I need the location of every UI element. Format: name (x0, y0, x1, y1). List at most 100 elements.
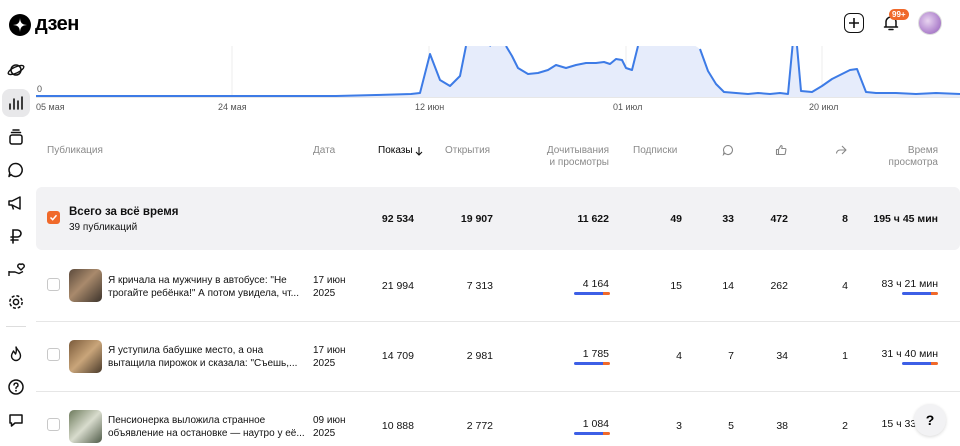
row-checkbox[interactable] (47, 418, 60, 431)
sidebar-item-settings[interactable] (2, 288, 30, 316)
header-date[interactable]: Дата (313, 145, 335, 157)
ruble-icon (10, 229, 22, 244)
header-reads[interactable]: Дочитывания и просмотры (547, 145, 609, 169)
layers-icon (9, 129, 23, 145)
publication-thumbnail[interactable] (69, 340, 102, 373)
row-checkbox[interactable] (47, 348, 60, 361)
row-divider (36, 321, 960, 322)
header-reads-line1: Дочитывания (546, 145, 609, 156)
row-shares: 1 (842, 350, 848, 362)
header-time-line1: Время (907, 145, 938, 156)
row-subscriptions: 3 (676, 420, 682, 432)
help-button[interactable]: ? (914, 404, 946, 436)
summary-title: Всего за всё время (69, 206, 179, 218)
header-comments[interactable] (722, 144, 734, 160)
row-shares: 4 (842, 280, 848, 292)
header-reads-line2: и просмотры (549, 157, 609, 168)
row-reads: 4 164 (582, 278, 609, 290)
header-subscriptions[interactable]: Подписки (633, 145, 677, 157)
sidebar (0, 46, 32, 446)
publication-title[interactable]: Пенсионерка выложила странное объявление… (108, 414, 308, 440)
header-shares[interactable] (835, 144, 847, 160)
sidebar-divider (6, 326, 26, 327)
header-publication[interactable]: Публикация (47, 145, 103, 157)
chat-icon (9, 414, 23, 427)
publication-title[interactable]: Я кричала на мужчину в автобусе: "Не тро… (108, 274, 308, 300)
summary-subscriptions: 49 (670, 213, 682, 225)
add-publication-button[interactable] (844, 13, 864, 33)
sidebar-item-feed[interactable] (2, 56, 30, 84)
sidebar-item-comments[interactable] (2, 156, 30, 184)
summary-row (36, 187, 960, 250)
chart-x-label: 12 июн (415, 102, 445, 112)
summary-views: 92 534 (381, 213, 414, 225)
sidebar-item-donations[interactable] (2, 255, 30, 283)
date-day: 09 июн (313, 415, 346, 426)
notifications-badge: 99+ (889, 9, 909, 20)
question-circle-icon (8, 379, 24, 395)
sidebar-item-promotion[interactable] (2, 189, 30, 217)
header-likes[interactable] (775, 144, 787, 160)
publication-date: 09 июн 2025 (313, 414, 346, 440)
publication-thumbnail[interactable] (69, 410, 102, 443)
publication-thumbnail[interactable] (69, 269, 102, 302)
chart-x-label: 01 июл (613, 102, 643, 112)
comment-icon (722, 144, 734, 157)
date-day: 17 июн (313, 275, 346, 286)
publication-title[interactable]: Я уступила бабушке место, а она вытащила… (108, 344, 308, 370)
sidebar-item-statistics[interactable] (2, 89, 30, 117)
flame-icon (10, 346, 22, 362)
chart-x-label: 05 мая (36, 102, 65, 112)
row-comments: 5 (728, 420, 734, 432)
row-time: 83 ч 21 мин (881, 278, 938, 290)
date-year: 2025 (313, 288, 336, 299)
row-views: 14 709 (381, 350, 414, 362)
chat-bubble-icon (8, 162, 23, 178)
sidebar-item-monetization[interactable] (2, 222, 30, 250)
publication-title-line: Я кричала на мужчину в автобусе: "Не (108, 275, 287, 286)
publication-title-line: вытащила пирожок и сказала: "Съешь,... (108, 358, 298, 369)
summary-subtitle: 39 публикаций (69, 222, 138, 233)
megaphone-icon (8, 196, 21, 210)
reads-progress-bar (574, 362, 610, 365)
chart-zero-label: 0 (37, 84, 43, 94)
sidebar-item-publications[interactable] (2, 123, 30, 151)
row-comments: 7 (728, 350, 734, 362)
date-year: 2025 (313, 428, 336, 439)
logo-text: дзен (35, 13, 79, 35)
row-subscriptions: 15 (670, 280, 682, 292)
row-views: 21 994 (381, 280, 414, 292)
row-reads: 1 785 (582, 348, 609, 360)
planet-icon (7, 64, 25, 76)
logo[interactable]: дзен (9, 13, 79, 36)
time-progress-bar (902, 292, 938, 295)
publication-title-line: Я уступила бабушке место, а она (108, 345, 264, 356)
notifications-button[interactable]: 99+ (879, 9, 909, 35)
row-likes: 38 (776, 420, 788, 432)
row-reads: 1 084 (582, 418, 609, 430)
avatar[interactable] (918, 11, 942, 35)
publication-title-line: трогайте ребёнка!" А потом увидела, чт..… (108, 288, 299, 299)
row-opens: 7 313 (466, 280, 493, 292)
header-views[interactable]: Показы (378, 145, 423, 157)
row-opens: 2 981 (466, 350, 493, 362)
check-icon (49, 214, 58, 221)
row-likes: 262 (770, 280, 788, 292)
row-subscriptions: 4 (676, 350, 682, 362)
publication-title-line: объявление на остановке — наутро у её... (108, 428, 305, 439)
hand-heart-icon (8, 263, 25, 276)
summary-time: 195 ч 45 мин (873, 213, 938, 225)
date-year: 2025 (313, 358, 336, 369)
sidebar-item-help[interactable] (2, 373, 30, 401)
row-checkbox[interactable] (47, 278, 60, 291)
arrow-down-icon (415, 147, 422, 156)
sidebar-item-support-chat[interactable] (2, 406, 30, 434)
header-time[interactable]: Время просмотра (889, 145, 938, 169)
header-opens[interactable]: Открытия (445, 145, 490, 157)
summary-likes: 472 (770, 213, 788, 225)
row-views: 10 888 (381, 420, 414, 432)
summary-checkbox[interactable] (47, 211, 60, 224)
sidebar-item-trends[interactable] (2, 340, 30, 368)
summary-comments: 33 (722, 213, 734, 225)
zen-star-icon (9, 13, 31, 36)
